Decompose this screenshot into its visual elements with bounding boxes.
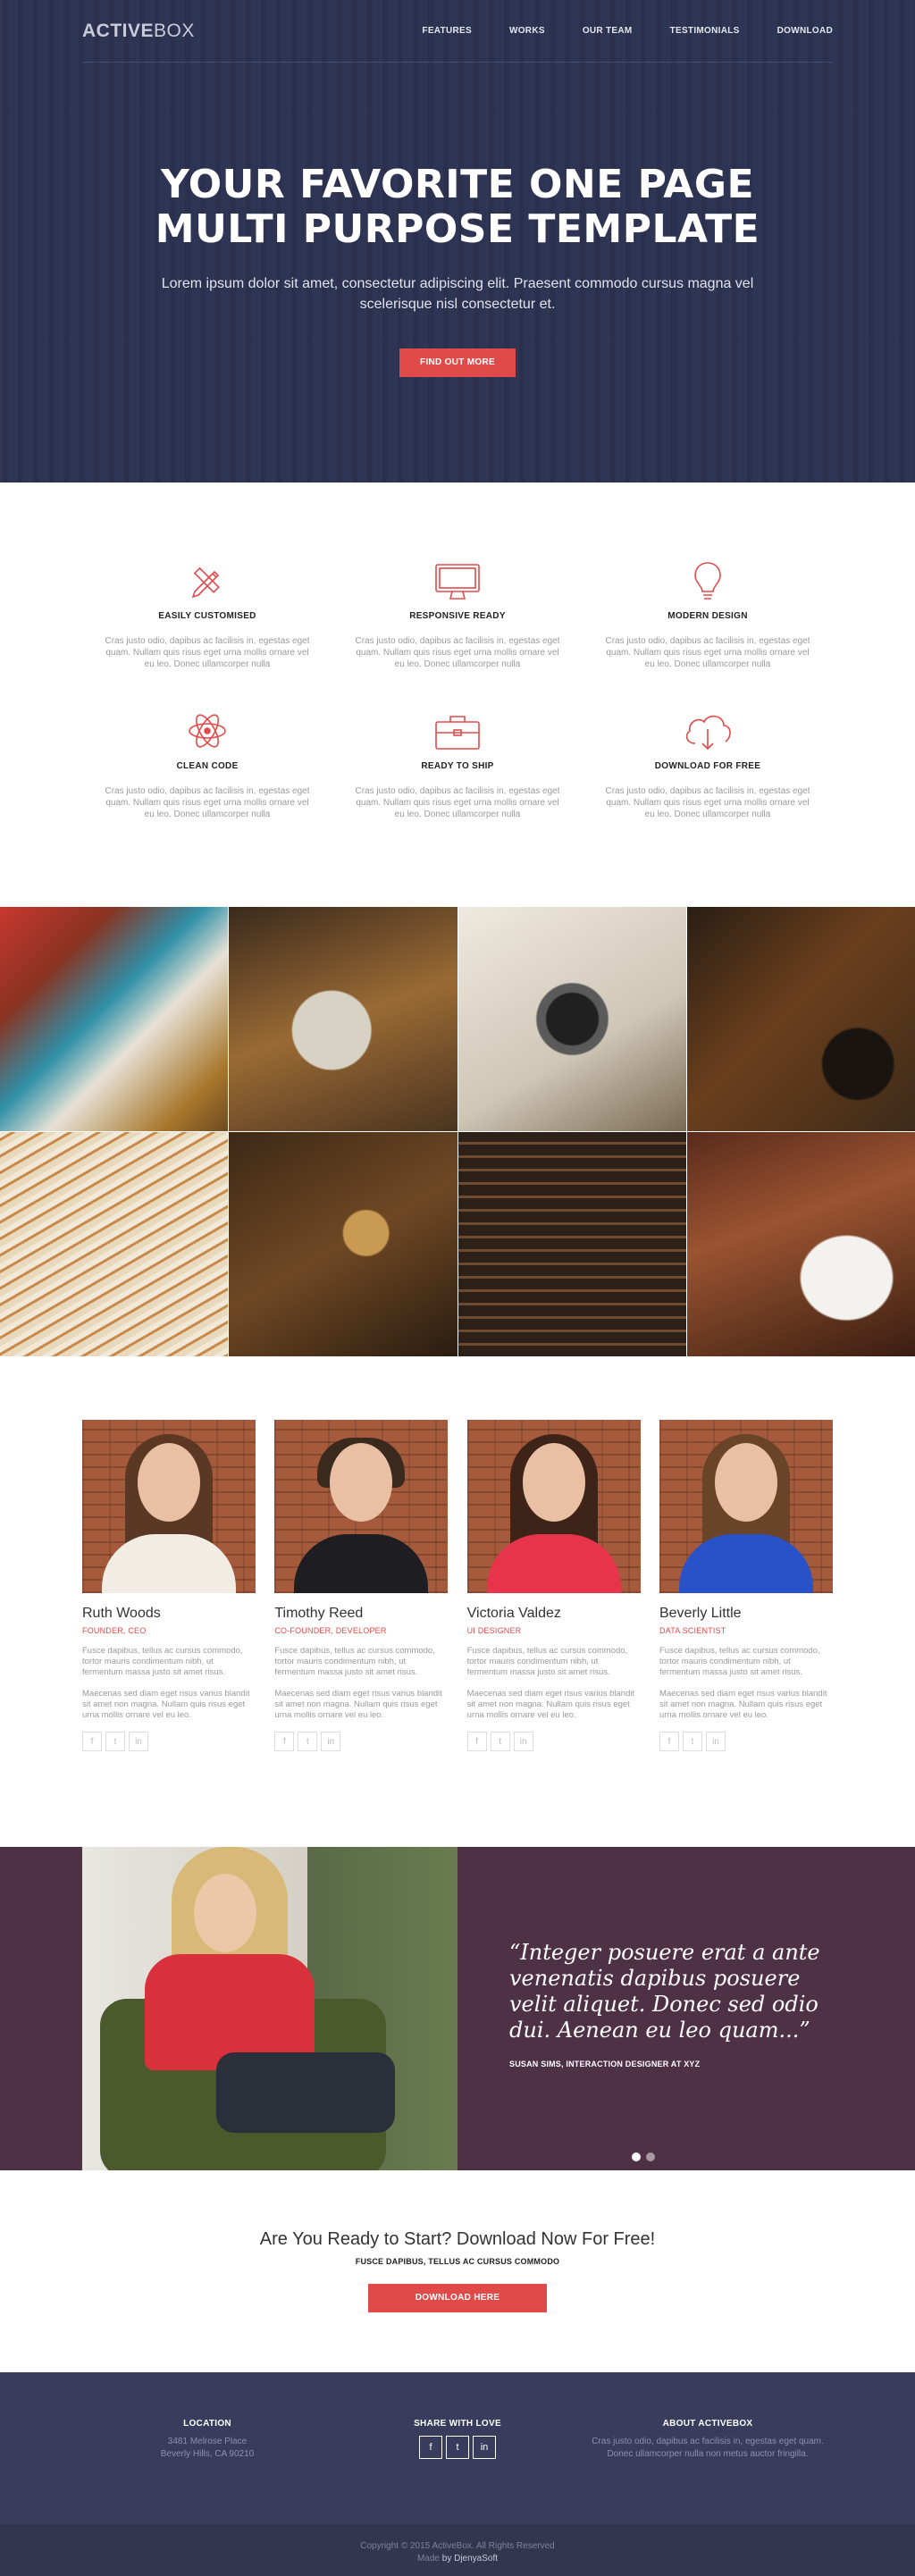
testimonial-quote: “Integer posuere erat a ante venenatis d…	[509, 1940, 840, 2068]
team-member-photo	[659, 1420, 833, 1593]
member-name: Beverly Little	[659, 1606, 742, 1621]
twitter-icon[interactable]: t	[298, 1732, 318, 1751]
copyright-bar: Copyright © 2015 ActiveBox. All Rights R…	[0, 2524, 915, 2576]
made-by-link[interactable]: by DjenyaSoft	[442, 2554, 498, 2563]
nav-item-testimonials[interactable]: TESTIMONIALS	[670, 26, 740, 36]
gallery-image[interactable]	[0, 907, 229, 1131]
hero-title: YOUR FAVORITE ONE PAGE MULTI PURPOSE TEM…	[155, 162, 760, 252]
nav-item-features[interactable]: FEATURES	[422, 26, 472, 36]
nav-item-works[interactable]: WORKS	[509, 26, 545, 36]
find-out-more-button[interactable]: FIND OUT MORE	[399, 348, 516, 377]
cloud-download-icon	[583, 702, 833, 752]
gallery-image[interactable]	[458, 1132, 686, 1356]
hero-content: YOUR FAVORITE ONE PAGE MULTI PURPOSE TEM…	[0, 163, 915, 377]
works-gallery	[0, 907, 915, 1356]
feature-item: DOWNLOAD FOR FREE Cras justo odio, dapib…	[583, 702, 833, 852]
hero-section: ACTIVEBOX FEATURES WORKS OUR TEAM TESTIM…	[0, 0, 915, 482]
team-member: Timothy Reed CO-FOUNDER, DEVELOPER Fusce…	[274, 1420, 449, 1847]
hero-subtitle: Lorem ipsum dolor sit amet, consectetur …	[161, 276, 754, 312]
feature-item: MODERN DESIGN Cras justo odio, dapibus a…	[583, 552, 833, 702]
team-member-photo	[82, 1420, 256, 1593]
member-socials: f t in	[82, 1732, 256, 1751]
facebook-icon[interactable]: f	[419, 2436, 442, 2459]
carousel-dots	[632, 2152, 655, 2161]
linkedin-icon[interactable]: in	[129, 1732, 148, 1751]
nav-menu: FEATURES WORKS OUR TEAM TESTIMONIALS DOW…	[422, 26, 833, 36]
monitor-icon	[332, 552, 583, 602]
nav-item-download[interactable]: DOWNLOAD	[777, 26, 833, 36]
pencil-ruler-icon	[82, 552, 332, 602]
footer: LOCATION 3481 Melrose Place Beverly Hills…	[0, 2372, 915, 2524]
feature-item: CLEAN CODE Cras justo odio, dapibus ac f…	[82, 702, 332, 852]
member-socials: f t in	[659, 1732, 833, 1751]
gallery-image[interactable]	[0, 1132, 229, 1356]
footer-location: LOCATION 3481 Melrose Place Beverly Hills…	[160, 2419, 255, 2459]
cta-subtitle: FUSCE DAPIBUS, TELLUS AC CURSUS COMMODO	[355, 2257, 560, 2266]
gallery-image[interactable]	[686, 1132, 915, 1356]
download-here-button[interactable]: DOWNLOAD HERE	[368, 2284, 547, 2312]
twitter-icon[interactable]: t	[105, 1732, 125, 1751]
member-name: Ruth Woods	[82, 1606, 161, 1621]
gallery-image[interactable]	[458, 907, 686, 1131]
member-socials: f t in	[274, 1732, 448, 1751]
team-member: Victoria Valdez UI DESIGNER Fusce dapibu…	[466, 1420, 641, 1847]
testimonial-section: “Integer posuere erat a ante venenatis d…	[0, 1847, 915, 2170]
linkedin-icon[interactable]: in	[705, 1732, 726, 1751]
team-section: Ruth Woods FOUNDER, CEO Fusce dapibus, t…	[0, 1355, 915, 1847]
team-member-photo	[274, 1420, 449, 1593]
member-role: UI DESIGNER	[466, 1626, 522, 1635]
team-member: Ruth Woods FOUNDER, CEO Fusce dapibus, t…	[82, 1420, 256, 1847]
logo[interactable]: ACTIVEBOX	[82, 21, 195, 42]
linkedin-icon[interactable]: in	[473, 2436, 496, 2459]
twitter-icon[interactable]: t	[446, 2436, 469, 2459]
gallery-image[interactable]	[229, 1132, 458, 1356]
features-section: EASILY CUSTOMISED Cras justo odio, dapib…	[0, 482, 915, 907]
twitter-icon[interactable]: t	[682, 1732, 702, 1751]
cta-section: Are You Ready to Start? Download Now For…	[0, 2170, 915, 2372]
testimonial-author: SUSAN SIMS, INTERACTION DESIGNER AT XYZ	[509, 2060, 701, 2068]
member-name: Victoria Valdez	[466, 1606, 561, 1621]
member-role: FOUNDER, CEO	[82, 1626, 147, 1635]
facebook-icon[interactable]: f	[466, 1732, 487, 1751]
carousel-dot[interactable]	[632, 2152, 641, 2161]
linkedin-icon[interactable]: in	[321, 1732, 341, 1751]
nav-item-our-team[interactable]: OUR TEAM	[583, 26, 633, 36]
linkedin-icon[interactable]: in	[513, 1732, 533, 1751]
member-role: CO-FOUNDER, DEVELOPER	[274, 1626, 387, 1635]
team-member-photo	[466, 1420, 641, 1593]
cta-title: Are You Ready to Start? Download Now For…	[259, 2229, 656, 2249]
testimonial-photo	[82, 1847, 458, 2170]
feature-item: RESPONSIVE READY Cras justo odio, dapibu…	[332, 552, 583, 702]
footer-socials: f t in	[332, 2436, 583, 2459]
facebook-icon[interactable]: f	[82, 1732, 102, 1751]
member-role: DATA SCIENTIST	[659, 1626, 726, 1635]
team-member: Beverly Little DATA SCIENTIST Fusce dapi…	[659, 1420, 833, 1847]
lightbulb-icon	[583, 552, 833, 602]
facebook-icon[interactable]: f	[659, 1732, 679, 1751]
footer-share: SHARE WITH LOVE f t in	[332, 2419, 583, 2524]
facebook-icon[interactable]: f	[274, 1732, 295, 1751]
member-socials: f t in	[466, 1732, 641, 1751]
gallery-image[interactable]	[229, 907, 458, 1131]
feature-item: EASILY CUSTOMISED Cras justo odio, dapib…	[82, 552, 332, 702]
twitter-icon[interactable]: t	[490, 1732, 510, 1751]
atom-icon	[82, 702, 332, 752]
footer-about: ABOUT ACTIVEBOX Cras justo odio, dapibus…	[592, 2419, 824, 2459]
member-name: Timothy Reed	[274, 1606, 364, 1621]
feature-item: READY TO SHIP Cras justo odio, dapibus a…	[332, 702, 583, 852]
copyright-text: Copyright © 2015 ActiveBox. All Rights R…	[360, 2541, 555, 2551]
gallery-image[interactable]	[686, 907, 915, 1131]
carousel-dot[interactable]	[646, 2152, 655, 2161]
top-nav: ACTIVEBOX FEATURES WORKS OUR TEAM TESTIM…	[82, 0, 833, 63]
briefcase-icon	[332, 702, 583, 752]
